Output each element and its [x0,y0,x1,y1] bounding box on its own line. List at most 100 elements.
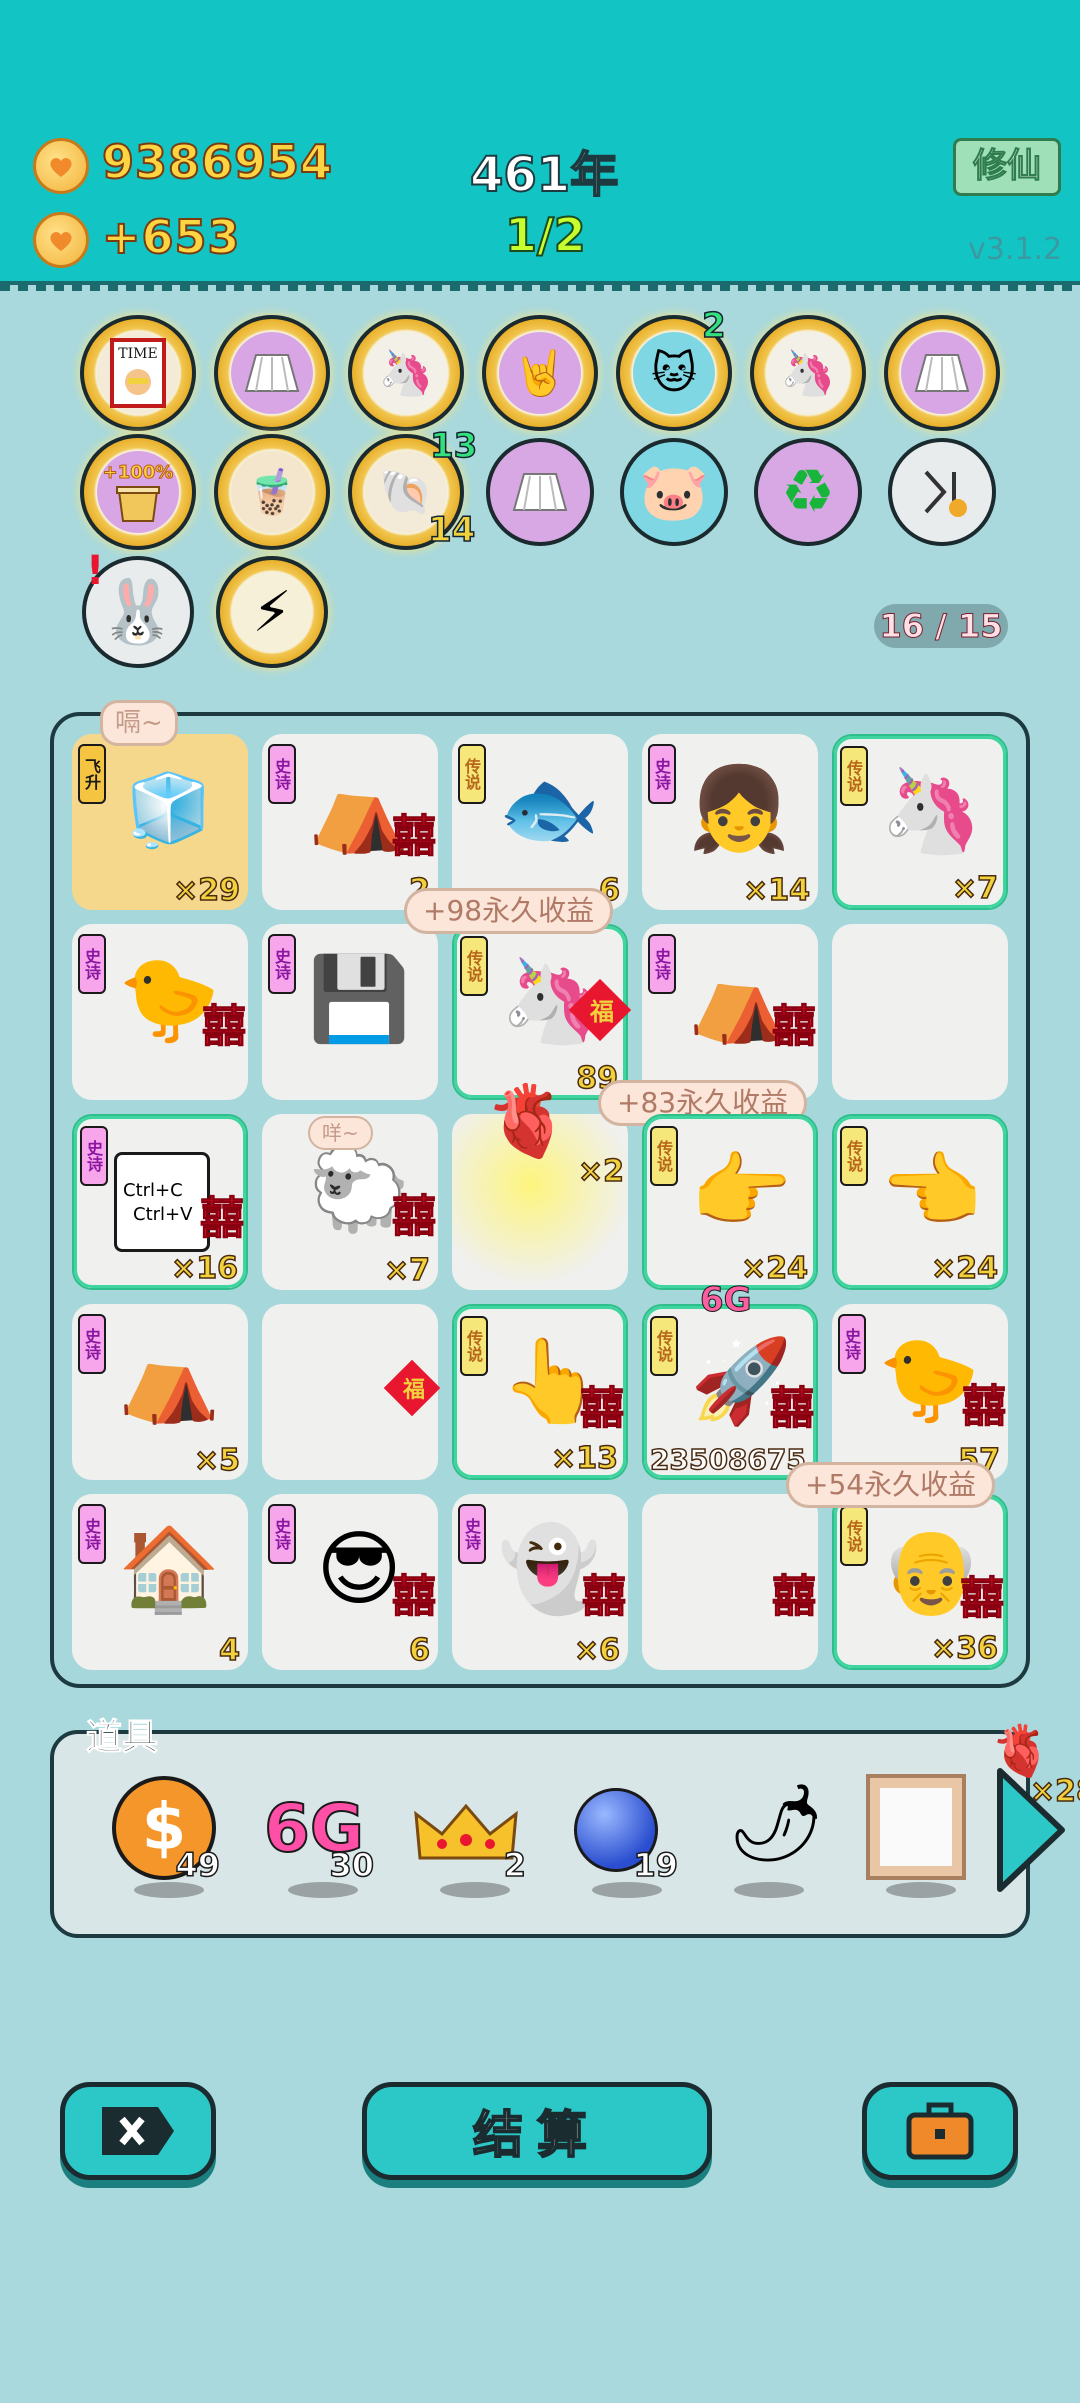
item-shadow [734,1882,804,1898]
unicorn-icon: 🦄 [879,764,983,859]
cell-count: ×5 [193,1442,241,1479]
board-cell[interactable]: 传说 🚀 囍 23508675 [642,1304,818,1480]
double-happiness-icon: 囍 [960,1573,1005,1625]
legend-tag: 传说 [650,1316,678,1376]
frame-inner [880,1788,952,1866]
cell-count: ×16 [170,1250,238,1287]
rice-bucket-buff[interactable]: +100% [80,434,196,550]
version-label: v3.1.2 [968,232,1063,267]
item-shadow [592,1882,662,1898]
cell-count: 23508675 [649,1442,806,1477]
board-cell[interactable]: 史诗 Ctrl+C Ctrl+V 囍 ×16 [72,1114,248,1290]
item-6g[interactable]: 6G 30 [258,1770,378,1910]
settle-button[interactable]: 结算 [362,2082,712,2180]
board-cell[interactable]: 囍 [642,1494,818,1670]
copy-paste-card: Ctrl+C Ctrl+V [114,1152,210,1252]
ctrl-c-label: Ctrl+C [123,1180,183,1201]
unicorn-buff[interactable]: 🦄 [348,315,464,431]
board-cell[interactable]: 传说 👴 囍 ×36 [832,1494,1008,1670]
briefcase-button[interactable] [862,2082,1018,2180]
board-cell[interactable]: 飞升 🧊 ×29 [72,734,248,910]
legend-tag: 传说 [840,1126,868,1186]
board-cell[interactable]: 史诗 ⛺ 囍 [642,924,818,1100]
board-cell[interactable]: 史诗 🐤 囍 [72,924,248,1100]
legend-tag: 传说 [840,746,868,806]
board-cell[interactable]: 福 [262,1304,441,1480]
coin-rate: +653 [101,209,241,265]
liver-icon: 🫀 [484,1080,572,1162]
board-cell[interactable]: 史诗 💾 [262,924,438,1100]
board-cell[interactable]: 传说 👈 ×24 [832,1114,1008,1290]
legend-tag: 传说 [460,936,488,996]
board-cell[interactable]: 史诗 ⛺ ×5 [72,1304,248,1480]
alert-icon: ! [86,548,105,594]
board-cell[interactable]: 史诗 ⛺ 囍 2 [262,734,438,910]
board-cell[interactable]: 传说 👉 ×24 [642,1114,818,1290]
unicorn-icon: 🦄 [767,332,849,414]
double-happiness-icon: 囍 [392,1191,437,1243]
top-bar: 9386954 +653 461年 1/2 修仙 v3.1.2 [0,0,1080,291]
speech-bubble: 嗝~ [100,700,178,746]
skirt-buff[interactable] [214,315,330,431]
item-crown[interactable]: 2 [410,1770,530,1910]
item-count: 19 [633,1845,679,1885]
double-happiness-icon: 囍 [202,1001,247,1053]
board-cell[interactable]: 传说 🐟 6 [452,734,628,910]
koi-fish-icon: 🐟 [497,762,601,857]
epic-tag: 史诗 [268,934,296,994]
girl-icon: 👧 [687,762,791,857]
item-chili[interactable]: 🌶 [704,1770,824,1910]
item-shadow [440,1882,510,1898]
unicorn-buff-2[interactable]: 🦄 [750,315,866,431]
piggy-bank-slot[interactable]: 🐷 [620,438,728,546]
speech-bubble: 咩~ [308,1116,373,1150]
time-magazine-buff[interactable]: TIME [80,315,196,431]
skirt-buff-2[interactable] [884,315,1000,431]
double-happiness-icon: 囍 [770,1383,815,1435]
board-cell[interactable]: 史诗 🏠 4 [72,1494,248,1670]
item-frame[interactable] [856,1770,976,1910]
skip-slot[interactable] [888,438,996,546]
close-button[interactable] [60,2082,216,2180]
items-title: 道具 [85,1717,159,1759]
lightning-icon: ⚡ [252,579,292,645]
item-dollar-coin[interactable]: $ 49 [104,1770,224,1910]
cell-count: 4 [218,1632,240,1669]
epic-tag: 史诗 [268,744,296,804]
cultivation-button[interactable]: 修仙 [953,138,1061,196]
income-bubble: +54永久收益 [786,1462,996,1508]
next-arrow-button[interactable] [990,1765,1070,1895]
double-happiness-icon: 囍 [392,1571,437,1623]
double-happiness-icon: 囍 [580,1383,625,1435]
ctrl-v-label: Ctrl+V [133,1204,193,1225]
board-cell[interactable]: 传说 🦄 福 89 [452,924,632,1100]
piggy-bank-icon: 🐷 [639,460,709,525]
empty-cell[interactable] [832,924,1008,1100]
coin-total: 9386954 [101,134,334,190]
rock-hand-buff[interactable]: 🤘 [482,315,598,431]
board-cell[interactable]: 传说 👆 囍 ×13 [452,1304,628,1480]
board-cell[interactable]: 史诗 🐤 囍 57 [832,1304,1008,1480]
cell-count: ×14 [742,872,810,909]
rabbit-icon: 🐰 [99,575,177,648]
recycle-slot[interactable]: ♻ [754,438,862,546]
briefcase-icon [906,2102,974,2160]
double-happiness-icon: 囍 [772,1571,817,1623]
item-count: 2 [503,1845,527,1885]
close-icon [102,2107,174,2155]
double-happiness-icon: 囍 [772,1001,817,1053]
board-cell[interactable]: 史诗 😎 囍 6 [262,1494,438,1670]
lightning-slot[interactable]: ⚡ [216,556,328,668]
pointing-hand-icon: 👉 [689,1144,793,1239]
rabbit-house-icon: ⛺ [117,1332,221,1427]
cell-count: ×36 [930,1630,998,1667]
board-cell[interactable]: 传说 🦄 ×7 [832,734,1008,910]
skirt-slot[interactable] [486,438,594,546]
fu-label: 福 [590,998,614,1026]
board-cell[interactable]: 史诗 👻 囍 ×6 [452,1494,628,1670]
shell-buff-count-top: 13 [429,425,478,467]
board-cell[interactable]: 史诗 👧 ×14 [642,734,818,910]
coin-icon [33,138,89,194]
item-blueberry[interactable]: 19 [562,1770,682,1910]
bubble-tea-buff[interactable]: 🧋 [214,434,330,550]
